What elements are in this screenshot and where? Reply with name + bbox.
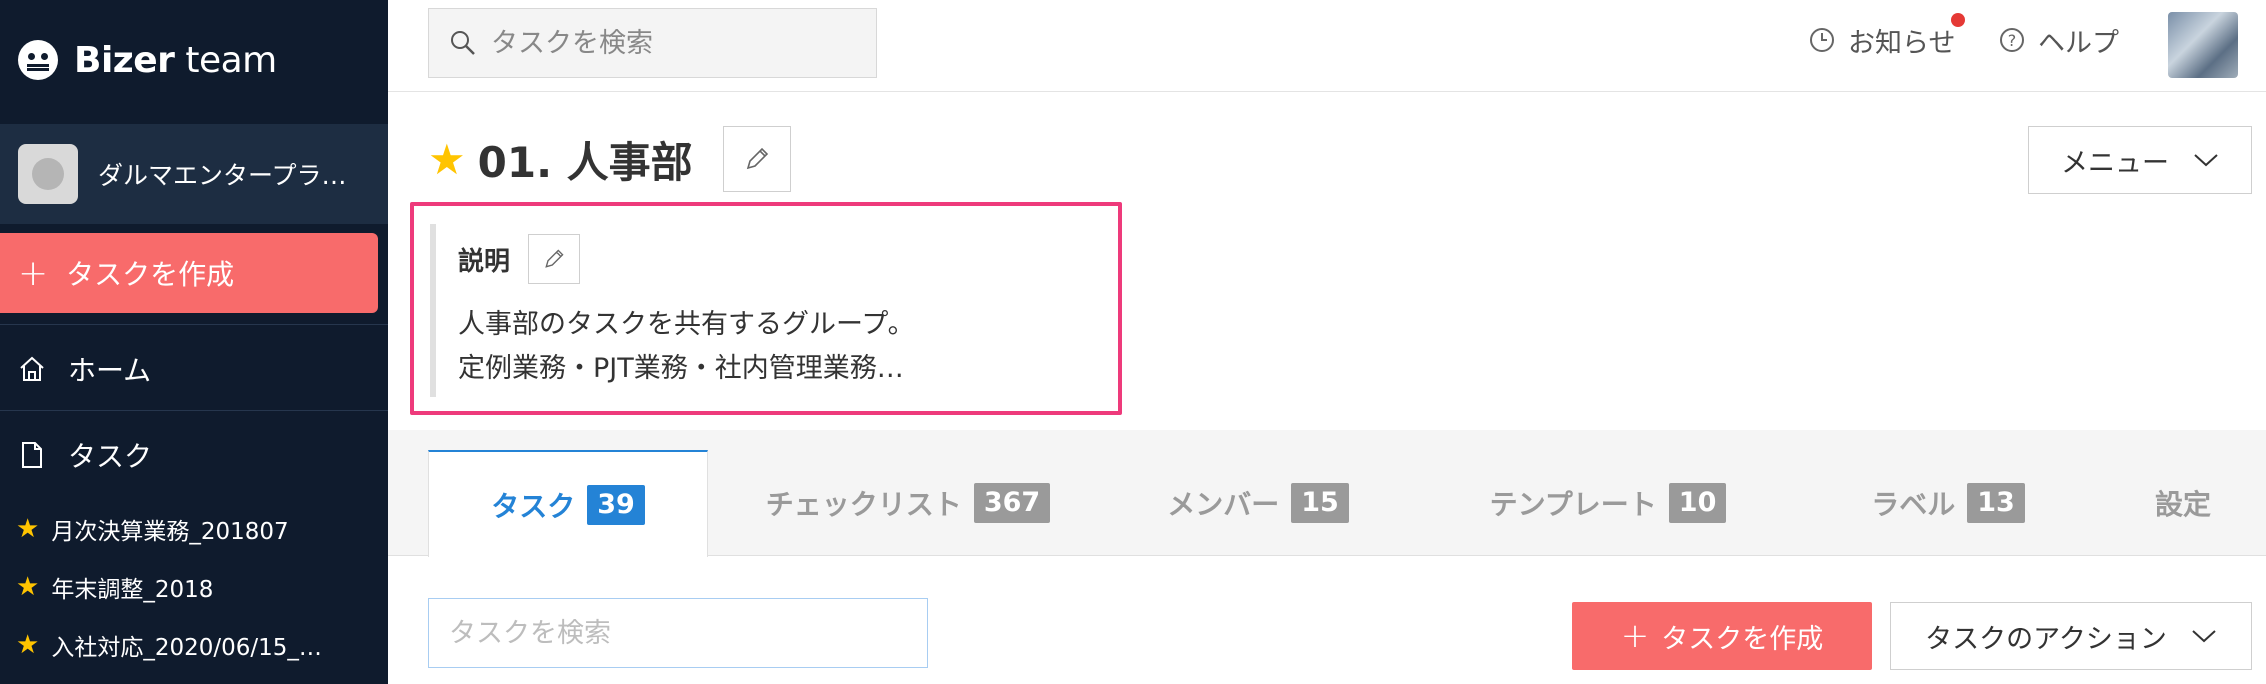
plus-icon: + xyxy=(1620,616,1650,656)
tab-templates[interactable]: テンプレート 10 xyxy=(1428,450,1788,556)
count-badge: 367 xyxy=(973,483,1051,523)
app-logo[interactable]: Bizer team xyxy=(18,30,277,90)
logo-icon xyxy=(18,40,58,80)
description-panel: 説明 人事部のタスクを共有するグループ。 定例業務・PJT業務・社内管理業務… xyxy=(410,202,1122,415)
sidebar: Bizer team ダルマエンタープライズ + タスクを作成 ホーム タスク … xyxy=(0,0,388,684)
favorite-item[interactable]: ★ 月次決算業務_201807 xyxy=(16,512,376,546)
user-avatar[interactable] xyxy=(2168,12,2238,78)
chevron-down-icon xyxy=(2192,630,2216,643)
notifications-link[interactable]: お知らせ xyxy=(1808,12,1966,60)
count-badge: 10 xyxy=(1668,483,1727,523)
org-name: ダルマエンタープライズ xyxy=(98,161,358,190)
tab-checklists[interactable]: チェックリスト 367 xyxy=(728,450,1088,556)
task-search-input[interactable] xyxy=(428,598,928,668)
sidebar-item-label: タスク xyxy=(68,440,153,473)
favorite-label: 月次決算業務_201807 xyxy=(51,519,289,545)
create-task-label: タスクを作成 xyxy=(66,258,235,291)
favorite-item[interactable]: ★ 年末調整_2018 xyxy=(16,570,376,604)
chevron-down-icon xyxy=(2194,154,2218,167)
pencil-icon xyxy=(545,249,564,268)
create-task-label: タスクを作成 xyxy=(1661,623,1824,655)
clock-icon xyxy=(1810,28,1834,52)
tab-tasks[interactable]: タスク 39 xyxy=(428,450,708,557)
description-header: 説明 xyxy=(458,234,581,284)
search-icon xyxy=(451,31,475,55)
divider xyxy=(0,410,388,411)
sidebar-item-home[interactable]: ホーム xyxy=(0,334,388,404)
count-badge: 39 xyxy=(587,484,645,525)
description-label: 説明 xyxy=(458,246,511,277)
edit-title-button[interactable] xyxy=(722,126,791,192)
star-icon[interactable]: ★ xyxy=(428,135,466,184)
notification-dot xyxy=(1951,12,1966,27)
star-icon: ★ xyxy=(16,514,40,544)
favorite-label: 入社対応_2020/06/15_… xyxy=(51,635,322,661)
help-label: ヘルプ xyxy=(2038,27,2119,59)
notifications-label: お知らせ xyxy=(1848,12,1966,60)
top-bar: お知らせ ? ヘルプ xyxy=(388,0,2266,92)
description-text: 定例業務・PJT業務・社内管理業務… xyxy=(458,353,904,384)
help-link[interactable]: ? ヘルプ xyxy=(1998,20,2119,60)
sidebar-item-tasks[interactable]: タスク xyxy=(0,420,388,490)
org-avatar xyxy=(18,144,78,204)
sidebar-create-task-button[interactable]: + タスクを作成 xyxy=(0,233,378,313)
global-search-input[interactable] xyxy=(491,27,871,59)
page-header: ★ 01. 人事部 xyxy=(428,126,791,192)
count-badge: 15 xyxy=(1291,483,1349,523)
home-icon xyxy=(20,356,44,381)
menu-dropdown-button[interactable]: メニュー xyxy=(2028,126,2252,194)
tab-settings[interactable]: 設定 xyxy=(2108,450,2258,556)
task-actions-label: タスクのアクション xyxy=(1925,623,2167,655)
help-icon: ? xyxy=(2000,28,2024,52)
tab-members[interactable]: メンバー 15 xyxy=(1108,450,1408,556)
logo-text: Bizer team xyxy=(74,39,277,81)
document-icon xyxy=(22,442,42,468)
description-text: 人事部のタスクを共有するグループ。 xyxy=(458,309,915,340)
tab-labels[interactable]: ラベル 13 xyxy=(1808,450,2088,556)
star-icon: ★ xyxy=(16,572,40,602)
organization-switcher[interactable]: ダルマエンタープライズ xyxy=(0,124,388,224)
favorite-item[interactable]: ★ 入社対応_2020/06/15_… xyxy=(16,628,376,662)
edit-description-button[interactable] xyxy=(528,234,581,284)
menu-label: メニュー xyxy=(2061,147,2169,179)
pencil-icon xyxy=(746,147,768,170)
favorite-label: 年末調整_2018 xyxy=(51,577,214,603)
global-search[interactable] xyxy=(428,8,877,78)
quote-bar xyxy=(430,224,436,397)
create-task-button[interactable]: + タスクを作成 xyxy=(1572,602,1872,670)
count-badge: 13 xyxy=(1967,483,2025,523)
star-icon: ★ xyxy=(16,630,40,660)
task-actions-dropdown[interactable]: タスクのアクション xyxy=(1890,602,2252,670)
plus-icon: + xyxy=(18,252,49,294)
tab-bar: タスク 39 チェックリスト 367 メンバー 15 テンプレート 10 ラベル 13 設… xyxy=(388,430,2266,557)
divider xyxy=(0,324,388,325)
sidebar-item-label: ホーム xyxy=(68,354,152,387)
svg-text:?: ? xyxy=(2008,31,2017,50)
page-title: 01. 人事部 xyxy=(477,137,693,187)
